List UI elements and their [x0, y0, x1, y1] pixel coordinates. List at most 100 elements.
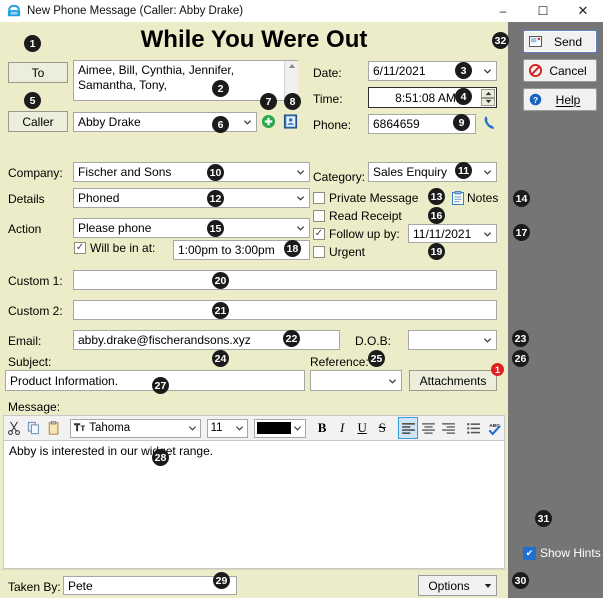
category-combo[interactable]: Sales Enquiry: [368, 162, 497, 182]
read-receipt-checkbox[interactable]: Read Receipt: [313, 209, 402, 223]
will-be-in-checkbox[interactable]: ✓ Will be in at:: [74, 241, 155, 255]
attachments-button[interactable]: Attachments: [409, 370, 497, 391]
hint-badge-28: 28: [152, 449, 169, 466]
action-combo[interactable]: Please phone: [73, 218, 310, 238]
header: While You Were Out: [0, 22, 508, 58]
hint-badge-26: 26: [512, 350, 529, 367]
email-value: abby.drake@fischerandsons.xyz: [78, 333, 251, 347]
date-combo[interactable]: 6/11/2021: [368, 61, 497, 81]
caller-button-label: Caller: [22, 114, 54, 129]
company-combo[interactable]: Fischer and Sons: [73, 162, 310, 182]
maximize-button[interactable]: ☐: [523, 0, 563, 22]
caller-combo[interactable]: Abby Drake: [73, 112, 257, 132]
help-button[interactable]: ? Help: [523, 88, 597, 111]
options-button[interactable]: Options: [418, 575, 497, 596]
email-field[interactable]: abby.drake@fischerandsons.xyz: [73, 330, 340, 350]
details-value: Phoned: [78, 191, 120, 205]
private-message-checkbox[interactable]: Private Message: [313, 191, 418, 205]
font-icon: 𝐓ᴛ: [73, 422, 86, 434]
spellcheck-icon[interactable]: ABC: [484, 417, 504, 439]
align-right-icon[interactable]: [438, 417, 458, 439]
taken-by-field[interactable]: Pete: [63, 576, 237, 595]
cut-icon[interactable]: [4, 417, 24, 439]
address-book-button[interactable]: [283, 114, 298, 129]
action-value: Please phone: [78, 221, 152, 235]
bold-button[interactable]: B: [312, 417, 332, 439]
notes-icon: [452, 191, 464, 205]
minimize-button[interactable]: –: [483, 0, 523, 22]
italic-button[interactable]: I: [332, 417, 352, 439]
private-message-label: Private Message: [329, 191, 419, 205]
hint-badge-9: 9: [453, 114, 470, 131]
time-spinner-buttons[interactable]: [481, 89, 495, 106]
to-button[interactable]: To: [8, 62, 68, 83]
will-be-in-label: Will be in at:: [90, 241, 156, 255]
caller-value: Abby Drake: [78, 115, 141, 129]
add-contact-button[interactable]: [261, 114, 276, 129]
align-center-icon[interactable]: [418, 417, 438, 439]
read-receipt-label: Read Receipt: [329, 209, 402, 223]
chevron-down-icon: [479, 583, 496, 589]
title-bar: New Phone Message (Caller: Abby Drake) –…: [0, 0, 603, 23]
paste-icon[interactable]: [44, 417, 64, 439]
underline-button[interactable]: U: [352, 417, 372, 439]
notes-button[interactable]: Notes: [452, 191, 498, 205]
chevron-down-icon: [243, 118, 252, 127]
hint-badge-13: 13: [428, 188, 445, 205]
hint-badge-3: 3: [455, 62, 472, 79]
reference-combo[interactable]: [310, 370, 402, 391]
urgent-label: Urgent: [329, 245, 366, 259]
hint-badge-24: 24: [212, 350, 229, 367]
minimize-icon: –: [499, 4, 507, 18]
font-size-value: 11: [210, 422, 223, 434]
font-color-swatch: [256, 422, 291, 434]
dob-combo[interactable]: [408, 330, 497, 350]
copy-icon[interactable]: [24, 417, 44, 439]
time-spin-up-icon[interactable]: [481, 89, 495, 98]
page-title: While You Were Out: [140, 26, 368, 53]
company-value: Fischer and Sons: [78, 165, 172, 179]
urgent-checkbox[interactable]: Urgent: [313, 245, 365, 259]
editor-toolbar: 𝐓ᴛ Tahoma 11 B I U S ABC: [3, 415, 505, 441]
action-sidebar: Send Cancel ? Help ✔ Show Hints: [508, 22, 603, 598]
phone-icon: [4, 0, 24, 22]
follow-up-checkbox[interactable]: ✓ Follow up by:: [313, 227, 400, 241]
show-hints-checkbox[interactable]: ✔ Show Hints: [523, 546, 601, 560]
hint-badge-18: 18: [284, 240, 301, 257]
hint-badge-12: 12: [207, 190, 224, 207]
font-color-combo[interactable]: [253, 418, 307, 438]
time-spin-down-icon[interactable]: [481, 97, 495, 106]
font-size-combo[interactable]: 11: [206, 418, 248, 438]
font-family-combo[interactable]: 𝐓ᴛ Tahoma: [69, 418, 201, 438]
hint-badge-22: 22: [283, 330, 300, 347]
caller-button[interactable]: Caller: [8, 111, 68, 132]
notes-label: Notes: [467, 191, 499, 205]
phone-value: 6864659: [373, 117, 420, 131]
close-button[interactable]: ✕: [563, 0, 603, 22]
bullet-list-icon[interactable]: [464, 417, 484, 439]
time-spinner[interactable]: 8:51:08 AM: [368, 87, 497, 108]
subject-label: Subject:: [8, 355, 52, 369]
message-body-field[interactable]: Abby is interested in our widget range.: [3, 440, 505, 569]
will-be-in-checkmark: ✓: [74, 242, 86, 254]
follow-up-date-combo[interactable]: 11/11/2021: [408, 224, 497, 243]
message-body-text: Abby is interested in our widget range.: [9, 444, 214, 458]
custom1-field[interactable]: [73, 270, 497, 290]
hint-badge-17: 17: [513, 224, 530, 241]
hint-badge-14: 14: [513, 190, 530, 207]
details-combo[interactable]: Phoned: [73, 188, 310, 208]
align-left-icon[interactable]: [397, 417, 419, 439]
chevron-down-icon: [296, 194, 305, 203]
send-icon: [524, 36, 546, 47]
custom2-field[interactable]: [73, 300, 497, 320]
close-icon: ✕: [577, 3, 589, 18]
category-label: Category:: [313, 170, 366, 184]
window-title: New Phone Message (Caller: Abby Drake): [27, 5, 244, 17]
strikethrough-button[interactable]: S: [372, 417, 392, 439]
send-button[interactable]: Send: [523, 30, 597, 53]
show-hints-label: Show Hints: [540, 546, 601, 560]
svg-text:?: ?: [532, 95, 537, 105]
cancel-button[interactable]: Cancel: [523, 59, 597, 82]
to-button-label: To: [31, 65, 45, 80]
dial-phone-button[interactable]: [483, 115, 497, 131]
